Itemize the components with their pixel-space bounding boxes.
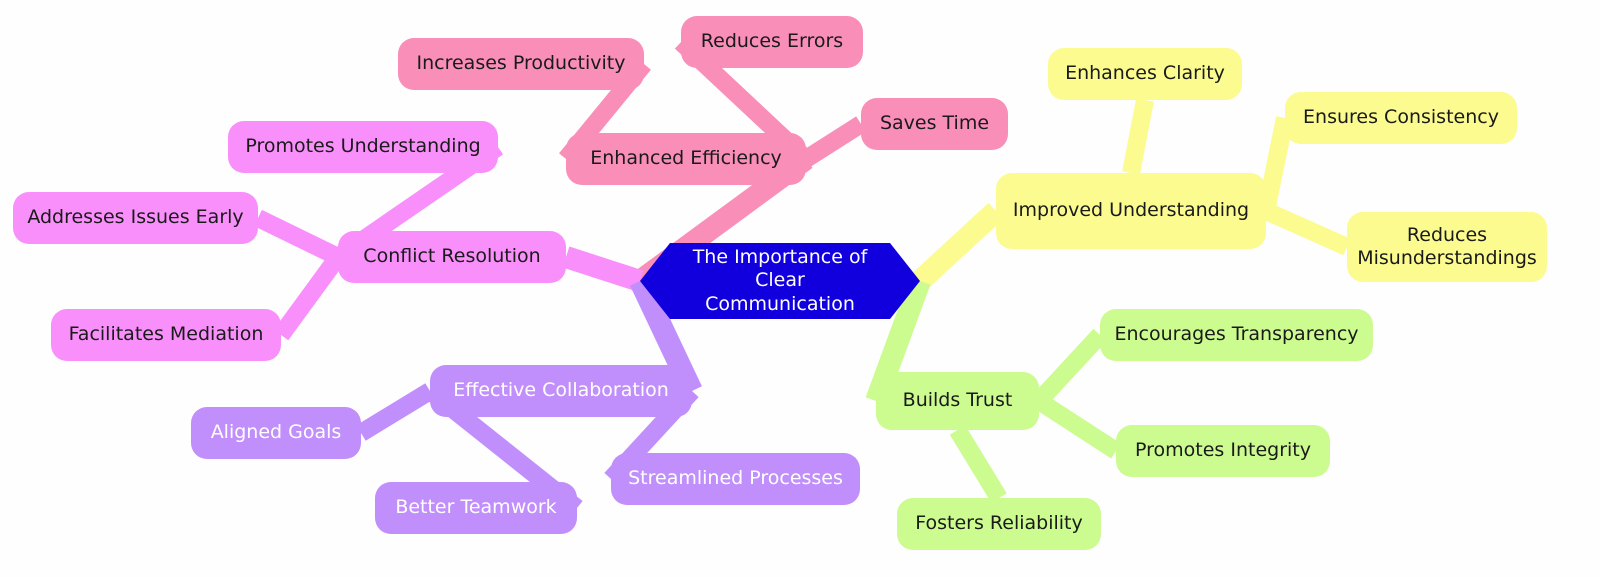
leaf-node-facilitates-mediation[interactable]: Facilitates Mediation xyxy=(51,309,281,361)
leaf-node-enhances-clarity[interactable]: Enhances Clarity xyxy=(1048,48,1242,100)
mindmap-edge xyxy=(356,383,435,441)
leaf-node-promotes-understanding[interactable]: Promotes Understanding xyxy=(228,121,498,173)
mindmap-edge xyxy=(801,116,866,167)
mindmap-edge xyxy=(912,202,1004,290)
leaf-node-encourages-transparency[interactable]: Encourages Transparency xyxy=(1100,309,1373,361)
leaf-node-better-teamwork[interactable]: Better Teamwork xyxy=(375,482,577,534)
mindmap-edge xyxy=(273,251,346,341)
mindmap-edge xyxy=(949,425,1007,503)
leaf-node-saves-time[interactable]: Saves Time xyxy=(861,98,1008,150)
leaf-node-addresses-issues-early[interactable]: Addresses Issues Early xyxy=(13,192,258,244)
branch-node-enhanced-efficiency[interactable]: Enhanced Efficiency xyxy=(566,133,806,185)
mindmap-edge xyxy=(1032,328,1107,408)
branch-node-builds-trust[interactable]: Builds Trust xyxy=(876,372,1039,430)
leaf-node-increases-productivity[interactable]: Increases Productivity xyxy=(398,38,644,90)
leaf-node-streamlined-processes[interactable]: Streamlined Processes xyxy=(611,453,860,505)
leaf-node-promotes-integrity[interactable]: Promotes Integrity xyxy=(1116,425,1330,477)
leaf-node-fosters-reliability[interactable]: Fosters Reliability xyxy=(897,498,1101,550)
leaf-node-reduces-misunderstandings[interactable]: Reduces Misunderstandings xyxy=(1347,212,1547,282)
branch-node-conflict-resolution[interactable]: Conflict Resolution xyxy=(338,231,566,283)
central-node-label[interactable]: The Importance of Clear Communication xyxy=(640,243,920,319)
branch-node-effective-collaboration[interactable]: Effective Collaboration xyxy=(430,365,692,417)
leaf-node-reduces-errors[interactable]: Reduces Errors xyxy=(681,16,863,68)
mindmap-edge xyxy=(1122,98,1154,175)
mindmap-edge xyxy=(562,246,644,292)
mindmap-canvas: The Importance of Clear Communication Enh… xyxy=(0,0,1600,578)
mindmap-edge xyxy=(254,209,342,266)
mindmap-edge xyxy=(1034,393,1121,459)
leaf-node-aligned-goals[interactable]: Aligned Goals xyxy=(191,407,361,459)
leaf-node-ensures-consistency[interactable]: Ensures Consistency xyxy=(1285,92,1517,144)
branch-node-improved-understanding[interactable]: Improved Understanding xyxy=(996,173,1266,249)
mindmap-edge xyxy=(1262,202,1351,256)
